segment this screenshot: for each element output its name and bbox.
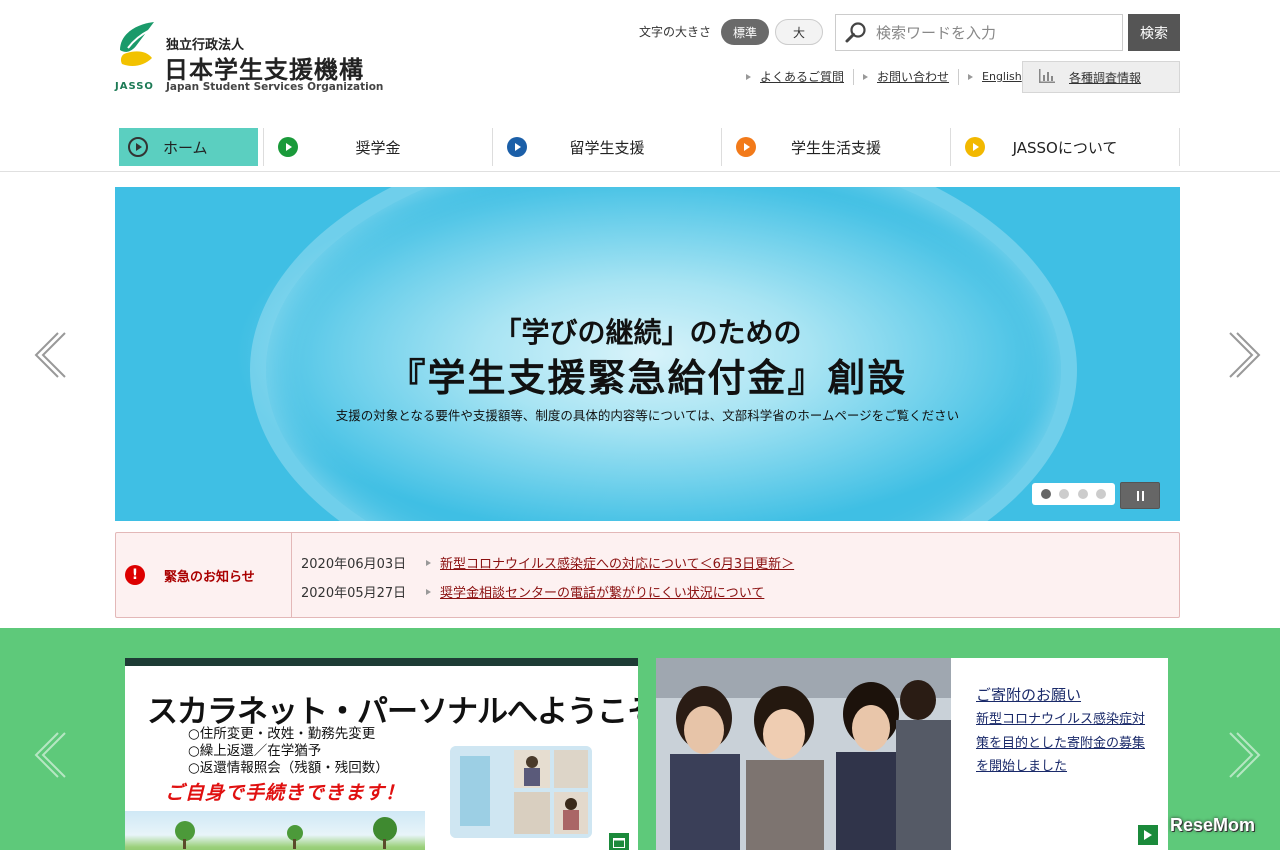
nav-study-abroad[interactable]: 留学生支援 [492,128,721,166]
survey-info-label: 各種調査情報 [1069,70,1142,85]
global-nav: ホーム 奨学金 留学生支援 学生生活支援 JASSOについて [115,128,1180,166]
search-icon [836,21,876,45]
notice-item: 2020年05月27日 奨学金相談センターの電話が繋がりにくい状況について [301,582,764,601]
search-box [835,14,1123,51]
hero-heading: 『学生支援緊急給付金』創設 [387,356,908,400]
slide-dot-3[interactable] [1077,489,1088,499]
font-size-label: 文字の大きさ [639,25,712,39]
utility-links: よくあるご質問 お問い合わせ English [746,68,1022,85]
site-logo[interactable]: JASSO 独立行政法人 日本学生支援機構 Japan Student Serv… [114,20,383,96]
header-divider [0,171,1280,172]
font-size-large-button[interactable]: 大 [775,19,823,45]
emergency-notice: ! 緊急のお知らせ 2020年06月03日 新型コロナウイルス感染症への対応につ… [115,532,1180,618]
scholarnet-list: ○住所変更・改姓・勤務先変更 ○繰上返還／在学猶予 ○返還情報照会（残額・残回数… [188,726,389,777]
slide-dot-4[interactable] [1095,489,1106,499]
pause-icon [1135,486,1145,505]
font-size-standard-button[interactable]: 標準 [721,19,769,45]
jasso-logo-icon [120,22,154,66]
scholarnet-cta: ご自身で手続きできます！ [165,782,406,804]
watermark-logo: ReseMom [1170,815,1256,835]
notice-date: 2020年05月27日 [301,586,407,601]
students-photo [656,658,951,850]
search-input[interactable] [876,23,1106,42]
nav-study-abroad-label: 留学生支援 [569,138,645,157]
divider [958,68,960,85]
play-circle-icon [128,137,148,157]
nav-student-life[interactable]: 学生生活支援 [721,128,950,166]
contact-link[interactable]: お問い合わせ [863,68,949,85]
chevron-right-icon[interactable] [1227,730,1267,780]
nav-about[interactable]: JASSOについて [950,128,1180,166]
nav-about-label: JASSOについて [1012,138,1118,157]
divider [853,68,855,85]
donation-banner[interactable]: ご寄附のお願い 新型コロナウイルス感染症対策を目的とした寄附金の募集を開始しまし… [656,658,1168,850]
notice-date: 2020年06月03日 [301,557,407,572]
external-window-icon [609,833,629,850]
emergency-notice-header: ! 緊急のお知らせ [116,533,292,617]
nav-scholarship[interactable]: 奨学金 [263,128,492,166]
chevron-left-icon[interactable] [28,330,68,380]
chevron-right-icon[interactable] [1227,330,1267,380]
hero-slide[interactable]: 「学びの継続」のための 『学生支援緊急給付金』創設 支援の対象となる要件や支援額… [115,187,1180,521]
scholarnet-banner[interactable]: スカラネット・パーソナルへようこそ ○住所変更・改姓・勤務先変更 ○繰上返還／在… [125,658,638,850]
nav-student-life-label: 学生生活支援 [790,138,881,157]
people-photo-collage [450,746,592,838]
slide-dot-2[interactable] [1059,489,1070,499]
english-link[interactable]: English [968,70,1022,83]
pause-button[interactable] [1120,482,1160,509]
logo-name-ja: 日本学生支援機構 [164,56,364,84]
slide-dot-1[interactable] [1041,489,1052,499]
search-button[interactable]: 検索 [1128,14,1180,51]
notice-item: 2020年06月03日 新型コロナウイルス感染症への対応について＜6月3日更新＞ [301,553,794,572]
faq-link[interactable]: よくあるご質問 [746,68,844,85]
nav-home[interactable]: ホーム [115,128,263,166]
notice-link[interactable]: 奨学金相談センターの電話が繋がりにくい状況について [426,582,764,601]
alert-icon: ! [125,565,145,585]
slide-indicators [1032,483,1115,505]
bar-chart-icon [1039,68,1055,86]
landscape-image [125,811,425,850]
hero-subheading: 「学びの継続」のための [493,316,802,349]
hero-description: 支援の対象となる要件や支援額等、制度の具体的内容等については、文部科学省のホーム… [335,408,960,423]
banner-section: スカラネット・パーソナルへようこそ ○住所変更・改姓・勤務先変更 ○繰上返還／在… [0,628,1280,850]
nav-home-label: ホーム [163,138,208,157]
survey-info-button[interactable]: 各種調査情報 [1022,61,1180,93]
scholarnet-title: スカラネット・パーソナルへようこそ [147,694,638,730]
notice-link[interactable]: 新型コロナウイルス感染症への対応について＜6月3日更新＞ [426,553,794,572]
list-item: ○繰上返還／在学猶予 [188,743,322,759]
logo-name-en: Japan Student Services Organization [166,81,384,93]
play-icon [1138,825,1158,845]
list-item: ○返還情報照会（残額・残回数） [188,760,389,776]
nav-scholarship-label: 奨学金 [355,138,401,157]
donation-title[interactable]: ご寄附のお願い [976,684,1081,705]
chevron-left-icon[interactable] [28,730,68,780]
emergency-notice-title: 緊急のお知らせ [164,569,255,585]
list-item: ○住所変更・改姓・勤務先変更 [188,726,376,742]
logo-abbr: JASSO [115,81,154,92]
donation-text[interactable]: 新型コロナウイルス感染症対策を目的とした寄附金の募集を開始しました [976,708,1156,779]
